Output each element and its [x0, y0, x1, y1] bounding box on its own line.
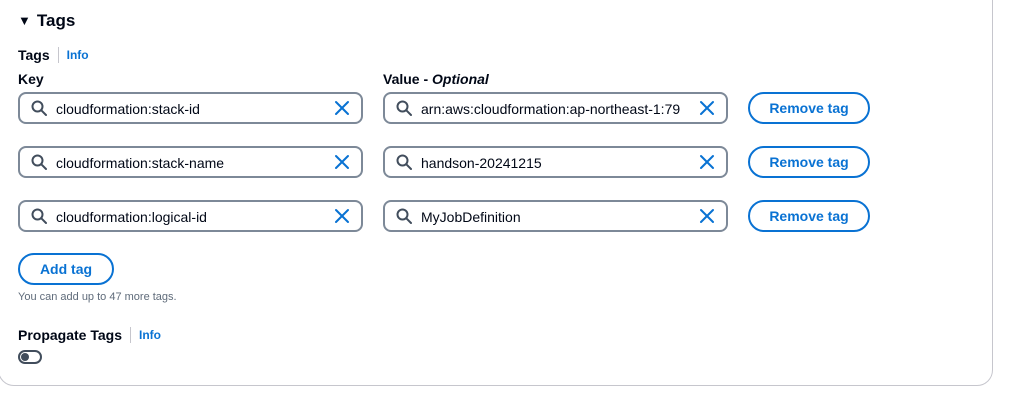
propagate-tags-label: Propagate Tags: [18, 327, 122, 343]
clear-icon[interactable]: [699, 208, 715, 224]
tags-limit-hint: You can add up to 47 more tags.: [18, 291, 177, 303]
remove-tag-button[interactable]: Remove tag: [748, 146, 870, 178]
value-column-label: Value - Optional: [383, 70, 489, 88]
toggle-knob: [21, 353, 29, 361]
divider: [130, 327, 131, 343]
key-column-label: Key: [18, 71, 44, 87]
tag-key-value: cloudformation:stack-id: [56, 101, 200, 117]
remove-tag-button[interactable]: Remove tag: [748, 200, 870, 232]
propagate-info-link[interactable]: Info: [139, 326, 161, 344]
caret-down-icon[interactable]: ▼: [18, 11, 31, 31]
add-tag-button[interactable]: Add tag: [18, 253, 114, 285]
search-icon: [396, 208, 412, 224]
tag-value-input[interactable]: handson-20241215: [383, 146, 728, 178]
tag-value-value: handson-20241215: [421, 155, 542, 171]
clear-icon[interactable]: [699, 154, 715, 170]
propagate-label-row: Propagate Tags Info: [18, 326, 161, 344]
clear-icon[interactable]: [334, 208, 350, 224]
divider: [57, 47, 59, 63]
search-icon: [31, 208, 47, 224]
search-icon: [31, 100, 47, 116]
clear-icon[interactable]: [334, 100, 350, 116]
value-label-text: Value -: [383, 71, 433, 87]
clear-icon[interactable]: [334, 154, 350, 170]
value-optional-label: Optional: [432, 71, 489, 87]
tag-value-input[interactable]: arn:aws:cloudformation:ap-northeast-1:79: [383, 92, 728, 124]
tags-label: Tags: [18, 47, 50, 63]
tag-key-value: cloudformation:logical-id: [56, 209, 207, 225]
tag-key-input[interactable]: cloudformation:stack-id: [18, 92, 363, 124]
search-icon: [396, 100, 412, 116]
tag-value-value: MyJobDefinition: [421, 209, 521, 225]
tag-value-input[interactable]: MyJobDefinition: [383, 200, 728, 232]
tags-label-row: Tags Info: [18, 46, 89, 64]
section-title: Tags: [36, 11, 76, 30]
remove-tag-button[interactable]: Remove tag: [748, 92, 870, 124]
tag-key-value: cloudformation:stack-name: [56, 155, 225, 171]
propagate-tags-toggle[interactable]: [18, 350, 42, 364]
tag-value-value: arn:aws:cloudformation:ap-northeast-1:79: [421, 101, 681, 117]
tags-section-header[interactable]: ▼ Tags: [18, 11, 75, 31]
clear-icon[interactable]: [699, 100, 715, 116]
search-icon: [31, 154, 47, 170]
tags-info-link[interactable]: Info: [67, 46, 89, 64]
tag-key-input[interactable]: cloudformation:stack-name: [18, 146, 363, 178]
tag-key-input[interactable]: cloudformation:logical-id: [18, 200, 363, 232]
search-icon: [396, 154, 412, 170]
